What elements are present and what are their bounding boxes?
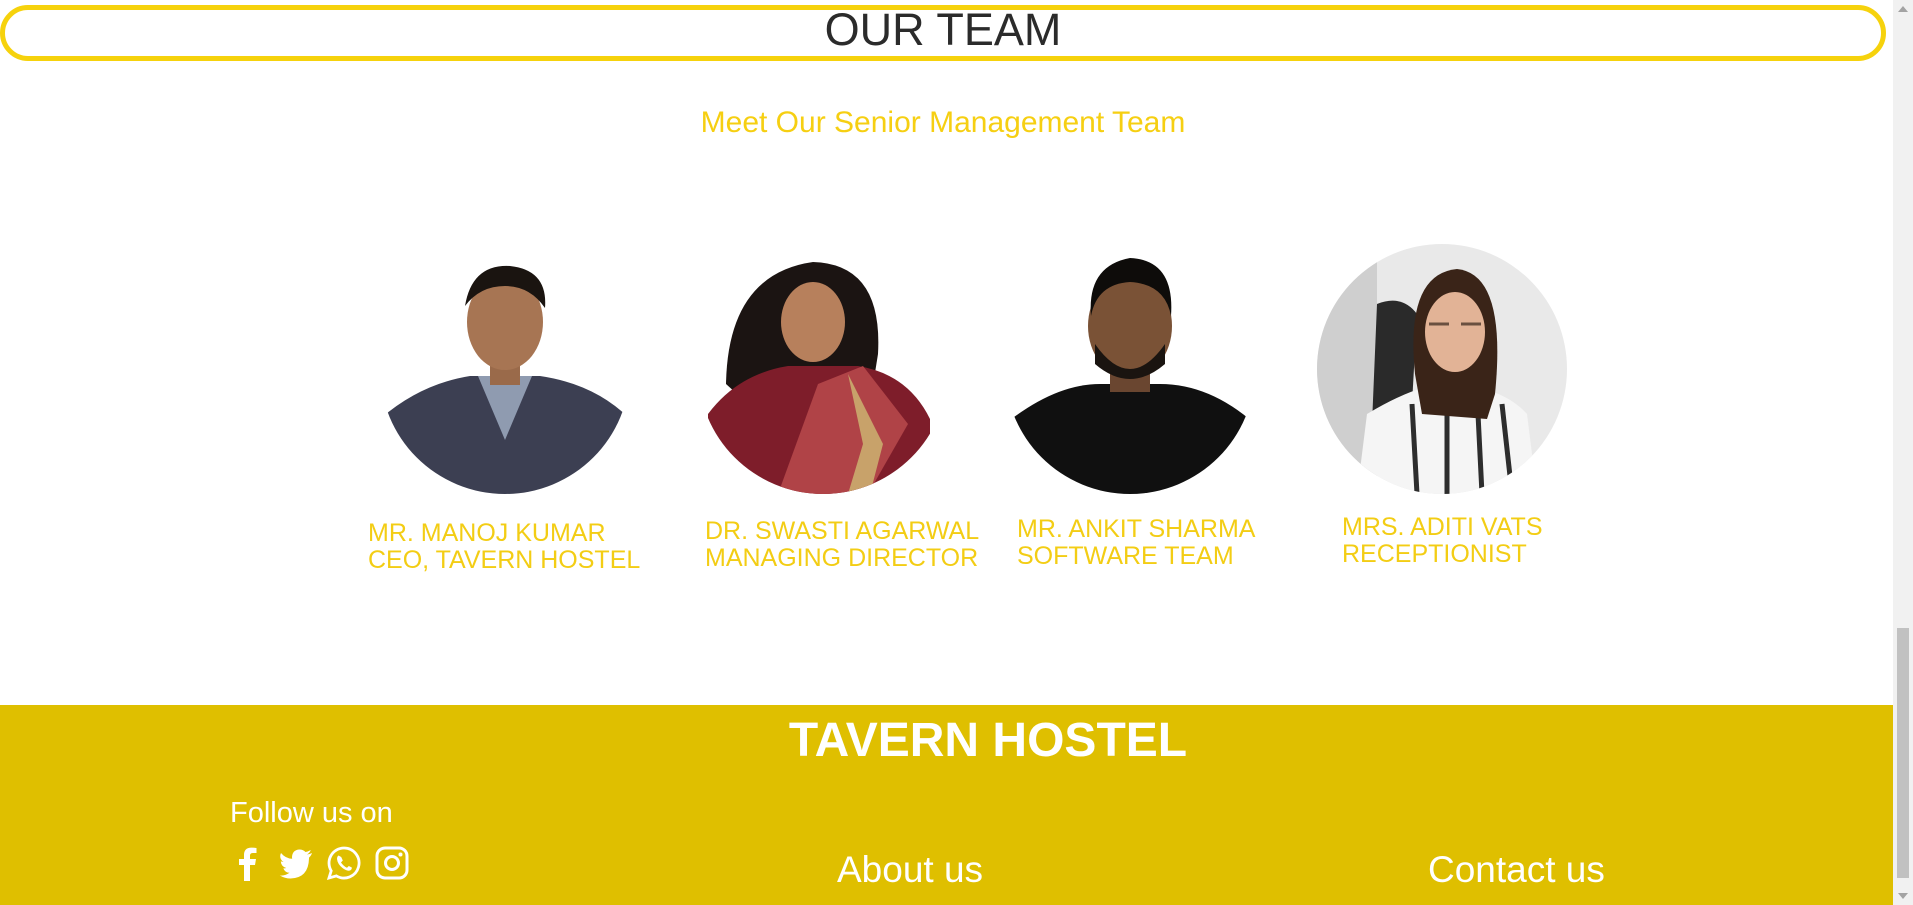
follow-us-label: Follow us on	[230, 797, 393, 829]
member-photo-manoj	[380, 244, 630, 494]
facebook-icon[interactable]	[230, 845, 266, 881]
scroll-down-icon[interactable]	[1898, 893, 1908, 899]
footer-brand: TAVERN HOSTEL	[788, 714, 1188, 767]
about-us-link[interactable]: About us	[837, 849, 983, 891]
member-role: CEO, TAVERN HOSTEL	[368, 546, 641, 574]
member-photo-aditi	[1317, 244, 1567, 494]
contact-us-link[interactable]: Contact us	[1428, 849, 1605, 891]
site-footer: TAVERN HOSTEL Follow us on About us Cont…	[0, 705, 1893, 905]
vertical-scrollbar[interactable]	[1893, 0, 1913, 905]
member-name: MR. ANKIT SHARMA	[1017, 515, 1256, 543]
scrollbar-thumb[interactable]	[1897, 628, 1909, 878]
social-links	[230, 845, 410, 881]
team-subtitle: Meet Our Senior Management Team	[700, 106, 1186, 139]
member-photo-ankit	[1005, 244, 1255, 494]
member-name: DR. SWASTI AGARWAL	[705, 517, 980, 545]
instagram-icon[interactable]	[374, 845, 410, 881]
member-photo-swasti	[698, 244, 948, 494]
member-name: MR. MANOJ KUMAR	[368, 519, 606, 547]
whatsapp-icon[interactable]	[326, 845, 362, 881]
team-header-box: OUR TEAM	[0, 4, 1886, 61]
page-title: OUR TEAM	[824, 4, 1062, 55]
page: OUR TEAM Meet Our Senior Management Team…	[0, 0, 1893, 905]
member-role: MANAGING DIRECTOR	[705, 544, 979, 572]
twitter-icon[interactable]	[278, 845, 314, 881]
member-name: MRS. ADITI VATS	[1342, 513, 1543, 541]
scroll-up-icon[interactable]	[1898, 6, 1908, 12]
member-role: SOFTWARE TEAM	[1017, 542, 1234, 570]
member-role: RECEPTIONIST	[1342, 540, 1527, 568]
